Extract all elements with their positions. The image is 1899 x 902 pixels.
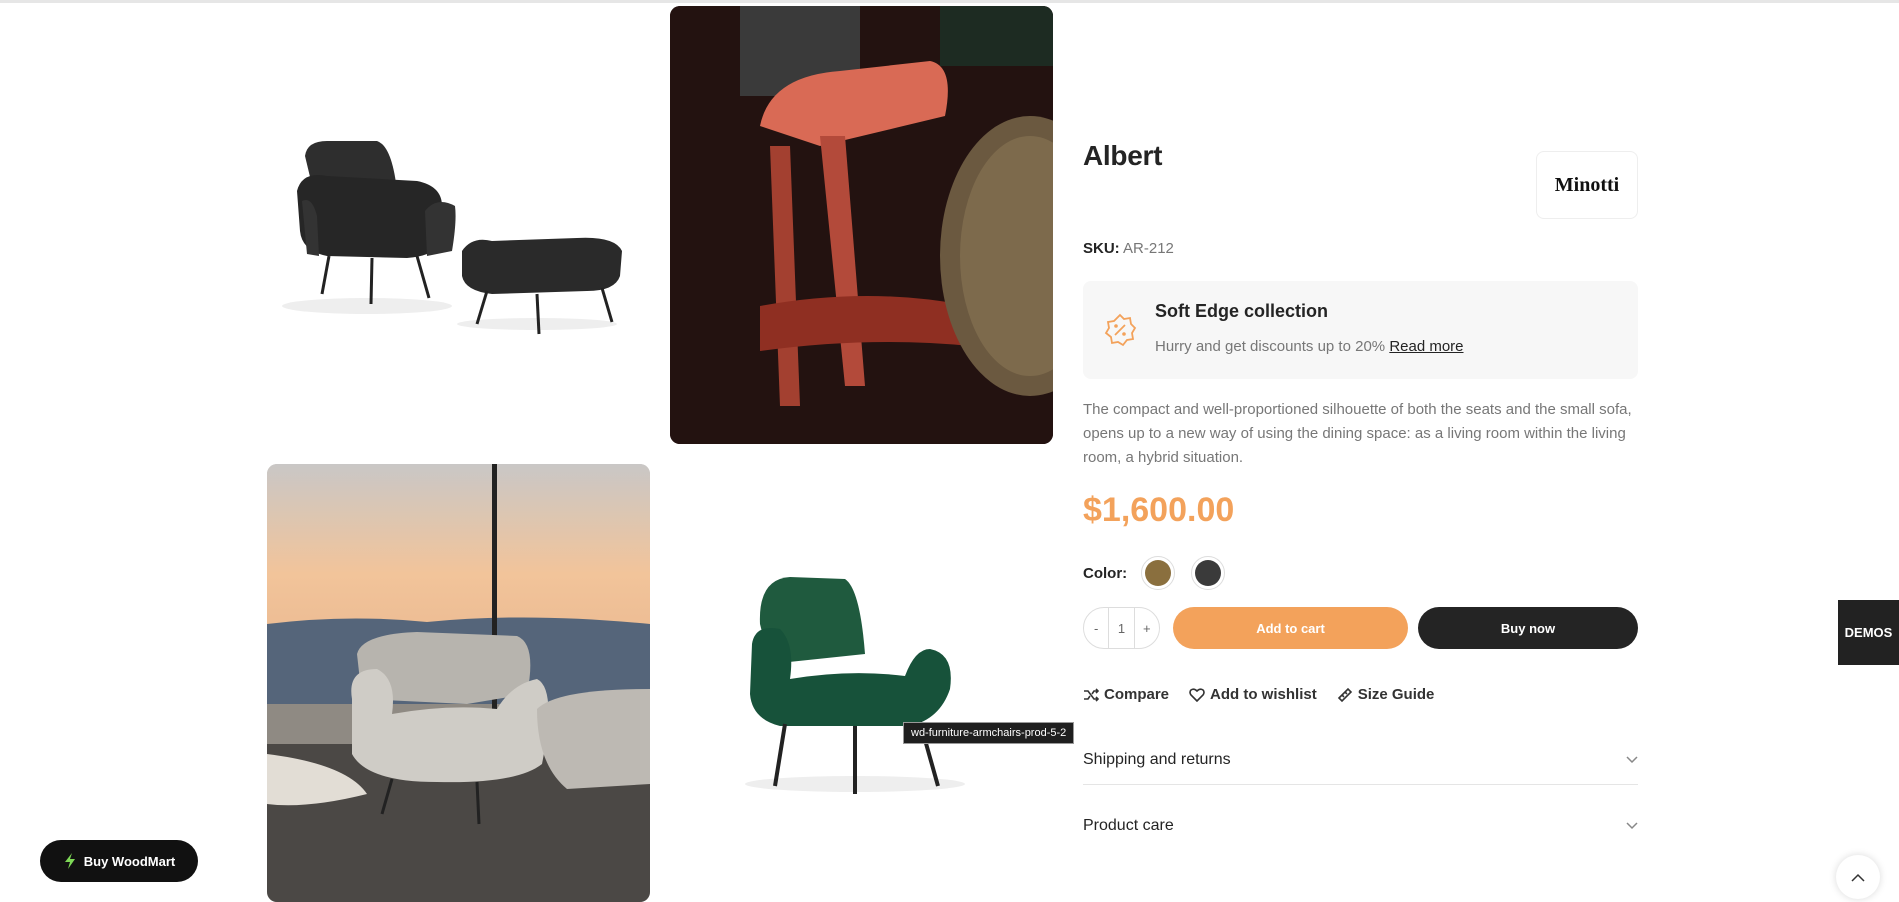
accordion-shipping-label: Shipping and returns	[1083, 750, 1231, 768]
color-swatch-dark[interactable]	[1191, 556, 1226, 590]
chevron-up-icon	[1851, 873, 1865, 882]
quantity-plus-button[interactable]: +	[1135, 621, 1159, 636]
brand-logo[interactable]: Minotti	[1536, 151, 1638, 219]
accordion-product-care[interactable]: Product care	[1083, 801, 1638, 851]
buy-now-button[interactable]: Buy now	[1418, 607, 1638, 649]
color-swatch-brown[interactable]	[1141, 556, 1176, 590]
size-guide-button[interactable]: Size Guide	[1337, 686, 1435, 703]
promo-text: Hurry and get discounts up to 20% Read m…	[1155, 338, 1464, 355]
image-tooltip: wd-furniture-armchairs-prod-5-2	[903, 722, 1075, 744]
lightning-icon	[64, 853, 75, 869]
quantity-input[interactable]: 1	[1108, 608, 1135, 648]
wishlist-button[interactable]: Add to wishlist	[1189, 686, 1317, 703]
color-selector: Color:	[1083, 556, 1241, 590]
accordion-product-care-label: Product care	[1083, 817, 1174, 834]
product-sku: SKU: AR-212	[1083, 240, 1174, 257]
product-image-red-chair-detail[interactable]	[670, 6, 1053, 444]
buy-woodmart-label: Buy WoodMart	[83, 853, 176, 869]
color-label: Color:	[1083, 564, 1128, 582]
product-actions: Compare Add to wishlist Size Guide	[1083, 686, 1454, 703]
add-to-cart-button[interactable]: Add to cart	[1173, 607, 1408, 649]
quantity-minus-button[interactable]: -	[1084, 621, 1108, 636]
product-price: $1,600.00	[1083, 491, 1235, 529]
product-description: The compact and well-proportioned silhou…	[1083, 401, 1632, 466]
compare-label: Compare	[1104, 686, 1170, 703]
buy-woodmart-button[interactable]: Buy WoodMart	[40, 840, 198, 882]
promo-banner: Soft Edge collection Hurry and get disco…	[1083, 281, 1638, 379]
quantity-stepper: - 1 +	[1083, 607, 1160, 649]
compare-button[interactable]: Compare	[1083, 686, 1169, 703]
product-image-black-armchair[interactable]	[267, 6, 650, 444]
sku-value: AR-212	[1123, 240, 1174, 257]
product-image-grey-armchairs-lifestyle[interactable]	[267, 464, 650, 902]
ruler-icon	[1337, 687, 1352, 702]
scroll-to-top-button[interactable]	[1836, 855, 1880, 899]
promo-description: Hurry and get discounts up to 20%	[1155, 338, 1386, 355]
read-more-link[interactable]: Read more	[1389, 338, 1463, 355]
chevron-down-icon	[1626, 822, 1638, 830]
promo-title: Soft Edge collection	[1155, 301, 1329, 321]
discount-badge-icon	[1104, 313, 1137, 347]
chevron-down-icon	[1626, 755, 1638, 763]
wishlist-label: Add to wishlist	[1210, 686, 1317, 703]
heart-icon	[1189, 687, 1205, 702]
demos-button[interactable]: DEMOS	[1838, 600, 1899, 665]
product-image-green-armchair[interactable]	[670, 464, 1053, 902]
size-guide-label: Size Guide	[1357, 686, 1435, 703]
sku-label: SKU:	[1083, 240, 1120, 257]
accordion-shipping[interactable]: Shipping and returns	[1083, 735, 1638, 785]
shuffle-icon	[1084, 687, 1099, 702]
top-border	[0, 0, 1899, 3]
